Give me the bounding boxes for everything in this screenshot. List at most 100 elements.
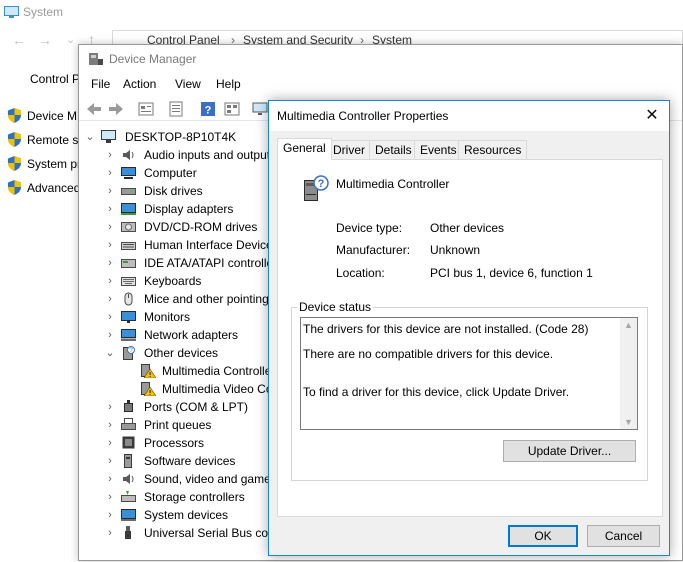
collapse-chevron-icon[interactable]: ⌄	[85, 128, 95, 146]
tree-root[interactable]: ⌄ DESKTOP-8P10T4K	[85, 128, 245, 146]
tree-item-computer[interactable]: › Computer	[105, 164, 275, 182]
tree-item-label: Multimedia Controller	[162, 364, 276, 378]
forward-icon[interactable]	[107, 100, 125, 118]
help-icon[interactable]: ?	[199, 100, 217, 118]
tree-item-mice[interactable]: › Mice and other pointing devices	[105, 290, 313, 308]
tab-resources[interactable]: Resources	[458, 140, 528, 160]
expand-chevron-icon[interactable]: ›	[105, 308, 115, 326]
tree-item-label: Storage controllers	[144, 490, 245, 504]
monitor-scan-icon[interactable]	[251, 100, 269, 118]
software-device-icon	[124, 454, 132, 468]
device-status-legend: Device status	[297, 300, 374, 314]
system-window-icon	[4, 6, 19, 18]
tree-item-display-adapters[interactable]: › Display adapters	[105, 200, 275, 218]
expand-chevron-icon[interactable]: ›	[105, 146, 115, 164]
recent-chevron-icon[interactable]: ⌄	[66, 33, 75, 46]
grid-view-icon[interactable]	[223, 100, 241, 118]
control-panel-home-link[interactable]: Control P	[30, 72, 80, 92]
tab-driver[interactable]: Driver	[327, 140, 371, 160]
status-line: The drivers for this device are not inst…	[303, 322, 589, 336]
keyboard-icon	[121, 277, 136, 286]
expand-chevron-icon[interactable]: ›	[105, 218, 115, 236]
expand-chevron-icon[interactable]: ›	[105, 200, 115, 218]
menu-action[interactable]: Action	[123, 77, 156, 91]
close-icon[interactable]: ✕	[641, 105, 663, 127]
tree-item-label: DVD/CD-ROM drives	[144, 220, 258, 234]
scroll-up-icon[interactable]: ▲	[620, 320, 637, 330]
advanced-settings-link[interactable]: Advanced	[8, 180, 80, 200]
expand-chevron-icon[interactable]: ›	[105, 326, 115, 344]
collapse-chevron-icon[interactable]: ⌄	[105, 344, 115, 362]
tree-item-audio[interactable]: › Audio inputs and outputs	[105, 146, 277, 164]
device-manager-link[interactable]: Device M	[8, 108, 77, 128]
tab-details[interactable]: Details	[369, 140, 418, 160]
properties-view-icon[interactable]	[137, 100, 155, 118]
dialog-title: Multimedia Controller Properties	[277, 109, 449, 123]
expand-chevron-icon[interactable]: ›	[105, 416, 115, 434]
system-protection-link[interactable]: System pr	[8, 156, 81, 176]
back-arrow-icon[interactable]: ←	[12, 32, 26, 48]
tree-item-dvd-drives[interactable]: › DVD/CD-ROM drives	[105, 218, 275, 236]
expand-chevron-icon[interactable]: ›	[105, 398, 115, 416]
menu-bar: File Action View Help	[79, 74, 682, 94]
tree-item-sound-video-game[interactable]: › Sound, video and game controllers	[105, 470, 329, 488]
tree-item-ide[interactable]: › IDE ATA/ATAPI controllers	[105, 254, 283, 272]
tree-item-disk-drives[interactable]: › Disk drives	[105, 182, 275, 200]
expand-chevron-icon[interactable]: ›	[105, 488, 115, 506]
device-status-textbox[interactable]: The drivers for this device are not inst…	[300, 317, 638, 430]
tree-item-monitors[interactable]: › Monitors	[105, 308, 275, 326]
tree-item-ports[interactable]: › Ports (COM & LPT)	[105, 398, 275, 416]
link-label: System pr	[27, 157, 82, 171]
status-scrollbar[interactable]: ▲ ▼	[620, 318, 637, 429]
expand-chevron-icon[interactable]: ›	[105, 272, 115, 290]
location-value: PCI bus 1, device 6, function 1	[430, 266, 593, 280]
device-type-label: Device type:	[336, 221, 403, 235]
back-icon[interactable]	[85, 100, 103, 118]
unknown-device-icon: ?	[304, 175, 329, 201]
expand-chevron-icon[interactable]: ›	[105, 506, 115, 524]
remote-settings-link[interactable]: Remote s	[8, 132, 78, 152]
tree-item-keyboards[interactable]: › Keyboards	[105, 272, 275, 290]
printer-icon	[121, 418, 136, 430]
tree-item-usb[interactable]: › Universal Serial Bus controllers	[105, 524, 311, 542]
tree-item-hid[interactable]: › Human Interface Devices	[105, 236, 279, 254]
list-view-icon[interactable]	[167, 100, 185, 118]
expand-chevron-icon[interactable]: ›	[105, 236, 115, 254]
tree-item-print-queues[interactable]: › Print queues	[105, 416, 275, 434]
expand-chevron-icon[interactable]: ›	[105, 182, 115, 200]
manufacturer-value: Unknown	[430, 243, 481, 257]
tree-item-storage-controllers[interactable]: › Storage controllers	[105, 488, 275, 506]
update-driver-button[interactable]: Update Driver...	[503, 440, 636, 462]
tree-item-label: Human Interface Devices	[144, 238, 279, 252]
expand-chevron-icon[interactable]: ›	[105, 164, 115, 182]
expand-chevron-icon[interactable]: ›	[105, 470, 115, 488]
expand-chevron-icon[interactable]: ›	[105, 452, 115, 470]
usb-icon	[125, 526, 131, 539]
scroll-down-icon[interactable]: ▼	[620, 417, 637, 427]
tree-item-network[interactable]: › Network adapters	[105, 326, 275, 344]
tree-item-software-devices[interactable]: › Software devices	[105, 452, 275, 470]
expand-chevron-icon[interactable]: ›	[105, 524, 115, 542]
tab-events[interactable]: Events	[414, 140, 463, 160]
cancel-button[interactable]: Cancel	[587, 525, 660, 547]
monitor-icon	[121, 311, 136, 323]
expand-chevron-icon[interactable]: ›	[105, 434, 115, 452]
expand-chevron-icon[interactable]: ›	[105, 254, 115, 272]
tree-item-label: Audio inputs and outputs	[144, 148, 277, 162]
ok-button[interactable]: OK	[508, 525, 578, 547]
tab-general[interactable]: General	[277, 138, 332, 160]
menu-file[interactable]: File	[91, 77, 110, 91]
tree-item-label: System devices	[144, 508, 229, 522]
forward-arrow-icon[interactable]: →	[38, 32, 52, 48]
expand-chevron-icon[interactable]: ›	[105, 290, 115, 308]
menu-view[interactable]: View	[175, 77, 201, 91]
svg-text:?: ?	[205, 105, 212, 117]
menu-help[interactable]: Help	[216, 77, 241, 91]
disk-drive-icon	[121, 188, 136, 195]
location-label: Location:	[336, 266, 385, 280]
tree-item-other-devices[interactable]: ⌄ ? Other devices	[105, 344, 275, 362]
tree-item-system-devices[interactable]: › System devices	[105, 506, 275, 524]
tree-item-processors[interactable]: › Processors	[105, 434, 275, 452]
network-adapter-icon	[121, 329, 136, 341]
tree-item-label: Monitors	[144, 310, 191, 324]
